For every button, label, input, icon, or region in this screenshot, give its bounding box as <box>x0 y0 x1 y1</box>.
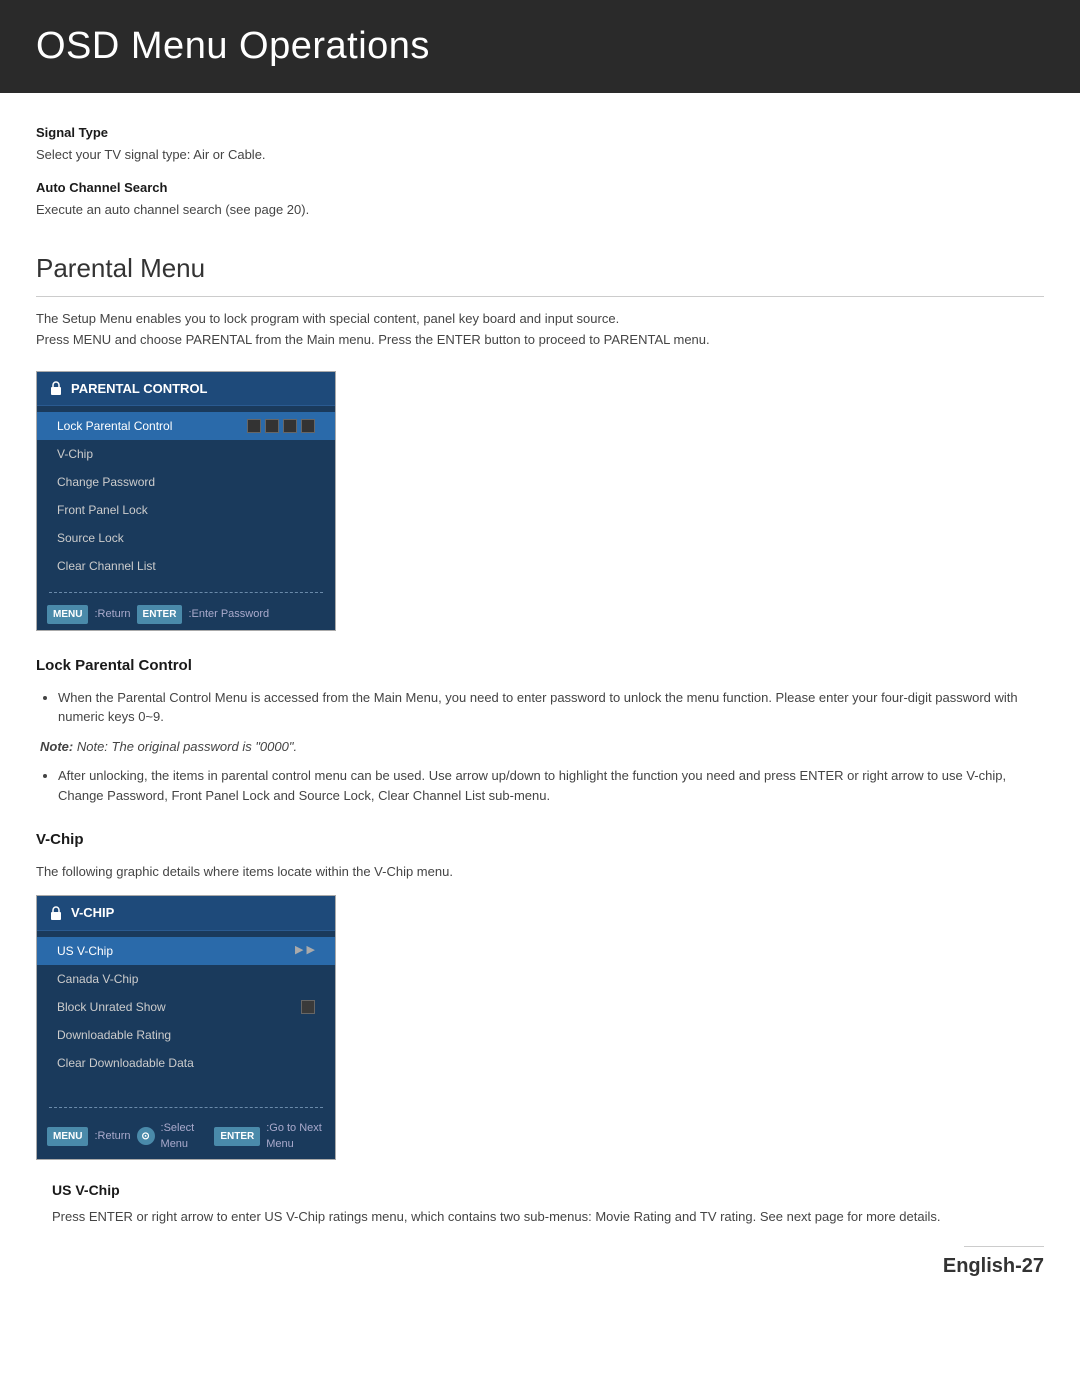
osd-vchip-select-label: :Select Menu <box>161 1120 205 1153</box>
auto-channel-label: Auto Channel Search <box>36 178 1044 198</box>
parental-menu-intro: The Setup Menu enables you to lock progr… <box>36 309 1044 351</box>
block-unrated-toggle <box>301 1000 315 1014</box>
vchip-lock-icon <box>49 905 63 921</box>
osd-vchip-menu-btn: MENU <box>47 1127 88 1146</box>
osd-vchip-footer: MENU :Return ⊙ :Select Menu ENTER :Go to… <box>37 1114 335 1159</box>
osd-vchip-canada: Canada V-Chip <box>37 965 335 993</box>
pw-block-1 <box>247 419 261 433</box>
lock-icon <box>49 380 63 396</box>
vchip-intro: The following graphic details where item… <box>36 862 1044 882</box>
osd-vchip-us: US V-Chip ▶ ▶ <box>37 937 335 965</box>
page-number-section: English-27 <box>0 1226 1080 1291</box>
lock-parental-heading: Lock Parental Control <box>36 655 1044 678</box>
osd-return-label: :Return <box>94 606 130 623</box>
vchip-osd-box: V-CHIP US V-Chip ▶ ▶ Canada V-Chip Block… <box>36 895 336 1160</box>
osd-vchip-next-label: :Go to Next Menu <box>266 1120 325 1153</box>
osd-vchip-clear-downloadable: Clear Downloadable Data <box>37 1049 335 1077</box>
parental-menu-heading: Parental Menu <box>36 249 1044 297</box>
pw-block-4 <box>301 419 315 433</box>
lock-parental-bullet1: When the Parental Control Menu is access… <box>58 688 1044 727</box>
osd-vchip-return-label: :Return <box>94 1128 130 1145</box>
osd-parental-title: PARENTAL CONTROL <box>71 379 208 399</box>
vchip-heading: V-Chip <box>36 829 1044 852</box>
pw-block-2 <box>265 419 279 433</box>
osd-vchip-dashed-separator <box>49 1107 323 1108</box>
osd-vchip-enter-btn: ENTER <box>214 1127 260 1146</box>
osd-vchip-title: V-CHIP <box>71 903 114 923</box>
osd-item-vchip: V-Chip <box>37 440 335 468</box>
osd-vchip-select-btn: ⊙ <box>137 1127 155 1145</box>
osd-dashed-separator <box>49 592 323 593</box>
lock-parental-note: Note: Note: The original password is "00… <box>36 737 1044 757</box>
page-number-label: English-27 <box>943 1255 1044 1277</box>
osd-item-change-password: Change Password <box>37 468 335 496</box>
signal-type-desc: Select your TV signal type: Air or Cable… <box>36 145 1044 165</box>
osd-enter-btn: ENTER <box>137 605 183 624</box>
osd-vchip-block-unrated: Block Unrated Show <box>37 993 335 1021</box>
osd-menu-btn: MENU <box>47 605 88 624</box>
us-vchip-heading: US V-Chip <box>36 1180 1044 1201</box>
parental-control-osd-box: PARENTAL CONTROL Lock Parental Control V… <box>36 371 336 632</box>
osd-parental-footer: MENU :Return ENTER :Enter Password <box>37 599 335 630</box>
pw-block-3 <box>283 419 297 433</box>
lock-parental-bullets: When the Parental Control Menu is access… <box>36 688 1044 727</box>
osd-item-clear-channel-list: Clear Channel List <box>37 552 335 580</box>
osd-item-source-lock: Source Lock <box>37 524 335 552</box>
password-blocks <box>247 419 315 433</box>
osd-item-lock-parental: Lock Parental Control <box>37 412 335 440</box>
vchip-arrows: ▶ ▶ <box>295 942 315 959</box>
osd-vchip-header: V-CHIP <box>37 896 335 931</box>
page-title: OSD Menu Operations <box>36 18 1044 75</box>
signal-type-label: Signal Type <box>36 123 1044 143</box>
osd-vchip-downloadable-rating: Downloadable Rating <box>37 1021 335 1049</box>
lock-parental-bullet2: After unlocking, the items in parental c… <box>58 766 1044 805</box>
auto-channel-desc: Execute an auto channel search (see page… <box>36 200 1044 220</box>
signal-section: Signal Type Select your TV signal type: … <box>36 123 1044 219</box>
osd-parental-header: PARENTAL CONTROL <box>37 372 335 407</box>
osd-vchip-items: US V-Chip ▶ ▶ Canada V-Chip Block Unrate… <box>37 931 335 1083</box>
osd-enter-label: :Enter Password <box>188 606 269 623</box>
lock-parental-bullets2: After unlocking, the items in parental c… <box>36 766 1044 805</box>
page-header: OSD Menu Operations <box>0 0 1080 93</box>
osd-item-front-panel-lock: Front Panel Lock <box>37 496 335 524</box>
us-vchip-desc: Press ENTER or right arrow to enter US V… <box>36 1207 1044 1227</box>
osd-parental-items: Lock Parental Control V-Chip Change Pass… <box>37 406 335 586</box>
